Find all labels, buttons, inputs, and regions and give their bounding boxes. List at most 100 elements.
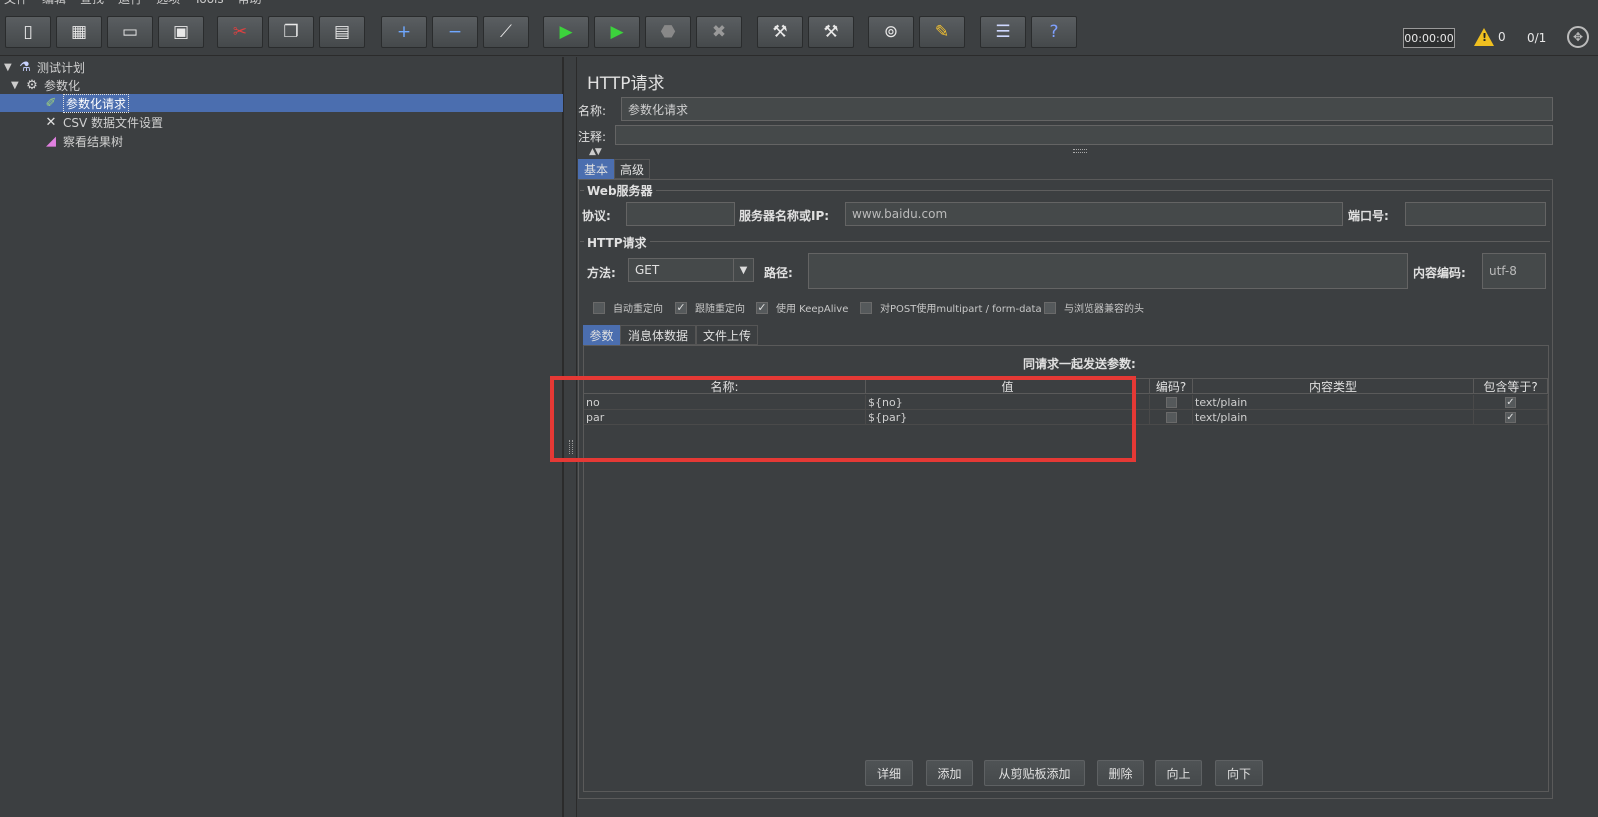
path-field[interactable] bbox=[808, 253, 1408, 289]
table-cell[interactable]: text/plain bbox=[1193, 395, 1474, 410]
menu-item-6[interactable]: 帮助 bbox=[238, 0, 262, 5]
paste-button[interactable]: ▤ bbox=[319, 16, 365, 48]
templates-button[interactable]: ▦ bbox=[56, 16, 102, 48]
tab-body-data[interactable]: 消息体数据 bbox=[620, 325, 696, 345]
encoding-field[interactable]: utf-8 bbox=[1482, 253, 1546, 289]
save-button[interactable]: ▣ bbox=[158, 16, 204, 48]
cut-button[interactable]: ✂ bbox=[217, 16, 263, 48]
search-icon: ⊚ bbox=[883, 21, 899, 42]
comment-label: 注释: bbox=[578, 130, 607, 144]
cut-icon: ✂ bbox=[232, 21, 248, 42]
table-cell[interactable]: no bbox=[584, 395, 866, 410]
expand-button[interactable]: + bbox=[381, 16, 427, 48]
protocol-label: 协议: bbox=[582, 209, 611, 223]
function-helper-button[interactable]: ☰ bbox=[980, 16, 1026, 48]
option-label: 与浏览器兼容的头 bbox=[1064, 304, 1144, 315]
clear-all-button[interactable]: ⚒ bbox=[808, 16, 854, 48]
collapse-button[interactable]: − bbox=[432, 16, 478, 48]
clear-button[interactable]: ⚒ bbox=[757, 16, 803, 48]
help-button[interactable]: ? bbox=[1031, 16, 1077, 48]
start-no-pauses-button[interactable]: ▶ bbox=[594, 16, 640, 48]
collapse-arrows-icon[interactable]: ▲▼ bbox=[589, 147, 602, 157]
unchecked-icon[interactable] bbox=[1165, 396, 1177, 408]
resize-grip[interactable] bbox=[1073, 149, 1087, 153]
option-checkbox[interactable]: 自动重定向 bbox=[593, 300, 663, 315]
shutdown-icon: ✖ bbox=[711, 21, 727, 42]
table-cell[interactable]: ${par} bbox=[866, 410, 1150, 425]
tab-parameters[interactable]: 参数 bbox=[583, 325, 620, 345]
tab-file-upload[interactable]: 文件上传 bbox=[696, 325, 758, 345]
tree-item[interactable]: ✐ 参数化请求 bbox=[0, 93, 563, 113]
option-checkbox[interactable]: 与浏览器兼容的头 bbox=[1044, 300, 1144, 315]
chevron-down-icon[interactable]: ▼ bbox=[733, 259, 753, 281]
expand-arrow-icon[interactable]: ▼ bbox=[11, 80, 23, 91]
table-cell[interactable] bbox=[1150, 395, 1193, 410]
expand-arrow-icon[interactable]: ▼ bbox=[4, 62, 16, 73]
unchecked-icon[interactable] bbox=[1044, 301, 1056, 314]
unchecked-icon[interactable] bbox=[860, 301, 872, 314]
toggle-button[interactable]: ⟋ bbox=[483, 16, 529, 48]
menu-item-2[interactable]: 查找 bbox=[80, 0, 104, 5]
function-helper-icon: ☰ bbox=[995, 21, 1011, 42]
tab-advanced[interactable]: 高级 bbox=[614, 159, 650, 179]
checked-icon[interactable]: ✓ bbox=[1505, 396, 1516, 408]
open-button[interactable]: ▭ bbox=[107, 16, 153, 48]
table-cell[interactable] bbox=[1150, 410, 1193, 425]
column-header[interactable]: 名称: bbox=[584, 378, 866, 394]
comment-field[interactable] bbox=[615, 125, 1553, 145]
unchecked-icon[interactable] bbox=[1165, 411, 1177, 423]
table-cell[interactable]: ✓ bbox=[1474, 410, 1548, 425]
tree-item[interactable]: ✕ CSV 数据文件设置 bbox=[0, 113, 163, 131]
divider-grip[interactable] bbox=[569, 440, 573, 454]
port-field[interactable] bbox=[1405, 202, 1546, 226]
delete-button[interactable]: 删除 bbox=[1097, 760, 1144, 786]
server-field[interactable]: www.baidu.com bbox=[845, 202, 1343, 226]
column-header[interactable]: 编码? bbox=[1150, 378, 1193, 394]
column-header[interactable]: 值 bbox=[866, 378, 1150, 394]
tree-item[interactable]: ▼ ⚙ 参数化 bbox=[0, 76, 80, 94]
option-checkbox[interactable]: ✓ 跟随重定向 bbox=[675, 300, 745, 315]
copy-button[interactable]: ❐ bbox=[268, 16, 314, 48]
tree-item[interactable]: ▼ ⚗ 测试计划 bbox=[0, 58, 85, 76]
option-checkbox[interactable]: ✓ 使用 KeepAlive bbox=[756, 300, 848, 315]
column-header[interactable]: 内容类型 bbox=[1193, 378, 1474, 394]
stop-button[interactable]: ⬣ bbox=[645, 16, 691, 48]
details-button[interactable]: 详细 bbox=[865, 760, 913, 786]
new-button[interactable]: ▯ bbox=[5, 16, 51, 48]
start-button[interactable]: ▶ bbox=[543, 16, 589, 48]
search-button[interactable]: ⊚ bbox=[868, 16, 914, 48]
save-icon: ▣ bbox=[172, 21, 190, 42]
table-cell[interactable]: text/plain bbox=[1193, 410, 1474, 425]
unchecked-icon[interactable] bbox=[593, 301, 605, 314]
table-cell[interactable]: ✓ bbox=[1474, 395, 1548, 410]
add-button[interactable]: 添加 bbox=[926, 760, 973, 786]
tab-basic[interactable]: 基本 bbox=[578, 159, 614, 179]
split-pane-divider[interactable] bbox=[563, 57, 577, 817]
option-label: 跟随重定向 bbox=[695, 304, 745, 315]
menu-item-0[interactable]: 文件 bbox=[4, 0, 28, 5]
menu-item-1[interactable]: 编辑 bbox=[42, 0, 66, 5]
menu-item-3[interactable]: 运行 bbox=[118, 0, 142, 5]
checked-icon[interactable]: ✓ bbox=[1505, 411, 1516, 423]
menu-item-4[interactable]: 选项 bbox=[156, 0, 180, 5]
toggle-icon: ⟋ bbox=[500, 21, 512, 42]
checked-icon[interactable]: ✓ bbox=[675, 301, 687, 314]
checked-icon[interactable]: ✓ bbox=[756, 301, 768, 314]
table-cell[interactable]: ${no} bbox=[866, 395, 1150, 410]
reset-search-button[interactable]: ✎ bbox=[919, 16, 965, 48]
column-header[interactable]: 包含等于? bbox=[1474, 378, 1548, 394]
option-checkbox[interactable]: 对POST使用multipart / form-data bbox=[860, 300, 1042, 315]
remote-icon[interactable]: ✥ bbox=[1567, 26, 1589, 48]
table-cell[interactable]: par bbox=[584, 410, 866, 425]
warning-indicator[interactable]: 0 bbox=[1474, 28, 1506, 46]
menu-item-5[interactable]: Tools bbox=[194, 0, 224, 5]
protocol-field[interactable] bbox=[626, 202, 735, 226]
add-from-clipboard-button[interactable]: 从剪贴板添加 bbox=[984, 760, 1085, 786]
shutdown-button[interactable]: ✖ bbox=[696, 16, 742, 48]
clear-icon: ⚒ bbox=[772, 21, 788, 42]
move-down-button[interactable]: 向下 bbox=[1215, 760, 1263, 786]
name-field[interactable]: 参数化请求 bbox=[621, 97, 1553, 121]
method-select[interactable]: GET ▼ bbox=[628, 258, 754, 282]
move-up-button[interactable]: 向上 bbox=[1155, 760, 1202, 786]
tree-item[interactable]: ◢ 察看结果树 bbox=[0, 132, 123, 150]
